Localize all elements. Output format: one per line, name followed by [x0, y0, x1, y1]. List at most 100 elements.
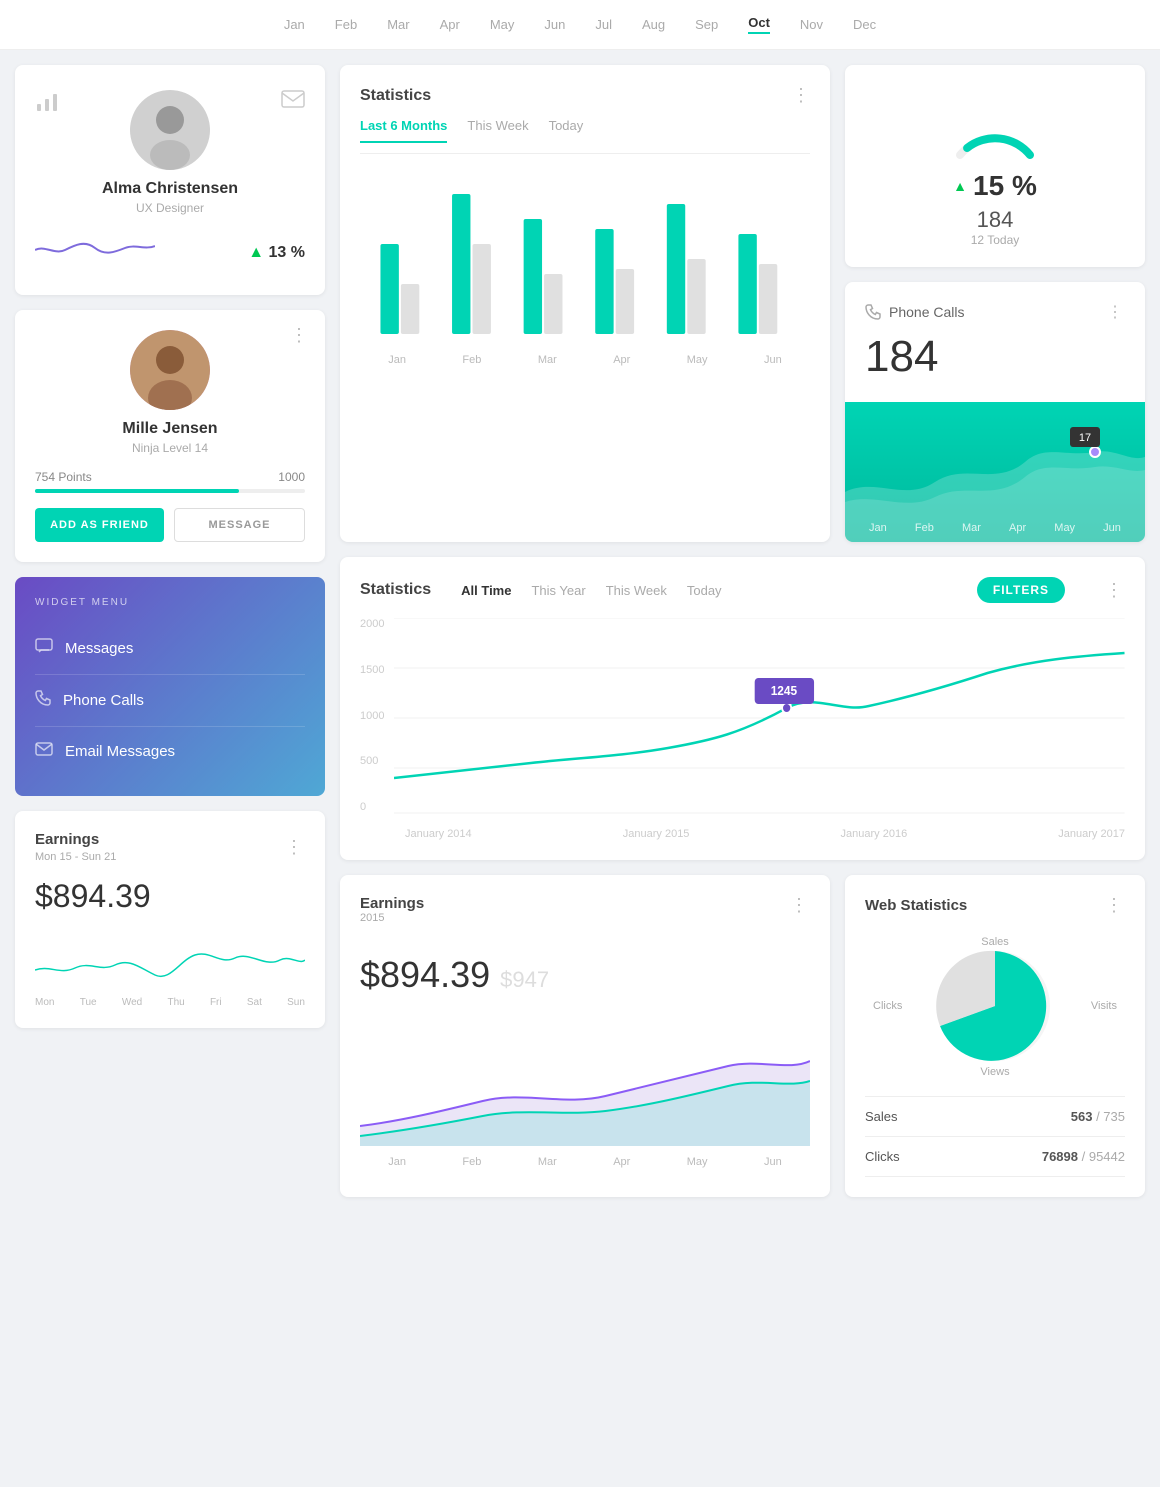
phone-card-menu[interactable]: ⋮	[1107, 302, 1125, 322]
month-navigation: Jan Feb Mar Apr May Jun Jul Aug Sep Oct …	[284, 15, 876, 34]
tab-last-6-months[interactable]: Last 6 Months	[360, 118, 447, 143]
month-mar[interactable]: Mar	[387, 17, 409, 32]
circular-percent-card: ▲ 15 % 184 12 Today	[845, 65, 1145, 267]
bar-label-jan: Jan	[388, 354, 406, 366]
pie-chart-container: Sales Clicks Visits Views	[865, 926, 1125, 1086]
trend-percent-1: ▲ 13 %	[248, 244, 305, 262]
earnings-date: Mon 15 - Sun 21	[35, 851, 116, 863]
pie-label-sales: Sales	[981, 936, 1009, 948]
eb-mar: Mar	[538, 1156, 557, 1168]
earnings-x-mon: Mon	[35, 997, 54, 1008]
tab-all-time[interactable]: All Time	[461, 583, 511, 598]
message-button[interactable]: MESSAGE	[174, 508, 305, 542]
top-navigation: Jan Feb Mar Apr May Jun Jul Aug Sep Oct …	[0, 0, 1160, 50]
phone-label-apr: Apr	[1009, 522, 1026, 534]
bar-label-feb: Feb	[462, 354, 481, 366]
profile-name-1: Alma Christensen	[102, 180, 238, 198]
y-axis: 2000 1500 1000 500 0	[360, 618, 384, 818]
phone-wave-area: 17 Jan Feb Mar Apr May Jun	[845, 402, 1145, 542]
x-jan2015: January 2015	[623, 828, 690, 840]
stat-value-sales: 563 / 735	[1071, 1109, 1125, 1124]
month-jan[interactable]: Jan	[284, 17, 305, 32]
main-stats-header: Statistics All Time This Year This Week …	[360, 577, 1125, 603]
widget-menu-phone[interactable]: Phone Calls	[35, 675, 305, 727]
tab-today[interactable]: Today	[687, 583, 722, 598]
bar-label-apr: Apr	[613, 354, 630, 366]
web-stats-menu[interactable]: ⋮	[1105, 895, 1125, 916]
trend-row-1: ▲ 13 %	[35, 230, 305, 275]
right-column: Statistics ⋮ Last 6 Months This Week Tod…	[340, 65, 1145, 1197]
tab-today[interactable]: Today	[549, 118, 584, 143]
stats-top-header: Statistics ⋮	[360, 85, 810, 106]
tab-this-week[interactable]: This Week	[467, 118, 528, 143]
pie-label-visits: Visits	[1091, 1000, 1117, 1012]
month-aug[interactable]: Aug	[642, 17, 665, 32]
phone-card-header: Phone Calls ⋮	[865, 302, 1125, 322]
web-stats-rows: Sales 563 / 735 Clicks 76898 / 95442	[865, 1096, 1125, 1177]
month-may[interactable]: May	[490, 17, 515, 32]
phone-icon	[865, 304, 881, 320]
widget-menu-email[interactable]: Email Messages	[35, 727, 305, 776]
phone-card-title: Phone Calls	[865, 304, 965, 320]
earnings-menu-dots[interactable]: ⋮	[285, 837, 305, 858]
earnings-amount-row: $894.39 $947	[360, 939, 810, 996]
right-mini-column: ▲ 15 % 184 12 Today P	[845, 65, 1145, 542]
month-jun[interactable]: Jun	[544, 17, 565, 32]
stat-value-clicks: 76898 / 95442	[1042, 1149, 1125, 1164]
chart-icon	[35, 90, 59, 120]
email-icon[interactable]	[281, 90, 305, 114]
messages-icon	[35, 638, 53, 659]
web-stats-header: Web Statistics ⋮	[865, 895, 1125, 916]
phone-label-jun: Jun	[1103, 522, 1121, 534]
tab-this-year[interactable]: This Year	[531, 583, 585, 598]
phone-card-top: Phone Calls ⋮ 184	[845, 282, 1145, 402]
pie-label-clicks: Clicks	[873, 1000, 902, 1012]
month-oct[interactable]: Oct	[748, 15, 770, 34]
phone-big-number: 184	[865, 332, 1125, 382]
earnings-x-tue: Tue	[80, 997, 97, 1008]
x-axis-labels: January 2014 January 2015 January 2016 J…	[360, 828, 1125, 840]
widget-menu-messages[interactable]: Messages	[35, 623, 305, 675]
stats-top-menu[interactable]: ⋮	[792, 85, 810, 106]
earnings-bottom-menu[interactable]: ⋮	[790, 895, 810, 924]
y-0: 0	[360, 801, 384, 813]
phone-label-jan: Jan	[869, 522, 887, 534]
eb-feb: Feb	[462, 1156, 481, 1168]
phone-card-title-text: Phone Calls	[889, 304, 965, 320]
points-row: 754 Points 1000	[35, 470, 305, 484]
earnings-x-labels: Mon Tue Wed Thu Fri Sat Sun	[35, 997, 305, 1008]
up-arrow-icon: ▲	[953, 178, 967, 194]
month-dec[interactable]: Dec	[853, 17, 876, 32]
add-friend-button[interactable]: ADD AS FRIEND	[35, 508, 164, 542]
month-nov[interactable]: Nov	[800, 17, 823, 32]
earnings-sparkline	[35, 930, 305, 995]
profile-card-1: Alma Christensen UX Designer ▲ 13 %	[15, 65, 325, 295]
earnings-bottom-header: Earnings 2015 ⋮	[360, 895, 810, 924]
profile-name-2: Mille Jensen	[122, 420, 217, 438]
month-jul[interactable]: Jul	[595, 17, 612, 32]
bar-chart-labels: Jan Feb Mar Apr May Jun	[360, 354, 810, 366]
month-sep[interactable]: Sep	[695, 17, 718, 32]
eb-may: May	[687, 1156, 708, 1168]
profile2-menu-dots[interactable]: ⋮	[290, 325, 310, 346]
profile2-inner: Mille Jensen Ninja Level 14 754 Points 1…	[35, 330, 305, 542]
main-stats-menu[interactable]: ⋮	[1105, 580, 1125, 601]
main-content: Alma Christensen UX Designer ▲ 13 % ⋮	[0, 50, 1160, 1212]
earnings-x-sat: Sat	[247, 997, 262, 1008]
main-statistics-card: Statistics All Time This Year This Week …	[340, 557, 1145, 860]
points-max: 1000	[278, 470, 305, 484]
stat-name-clicks: Clicks	[865, 1149, 900, 1164]
filters-button[interactable]: FILTERS	[977, 577, 1065, 603]
web-stats-title: Web Statistics	[865, 897, 967, 914]
stat-highlight-clicks: 76898	[1042, 1149, 1078, 1164]
points-value: 754 Points	[35, 470, 92, 484]
widget-menu: WIDGET MENU Messages Phone Calls	[15, 577, 325, 796]
stat-divider-sales: / 735	[1096, 1109, 1125, 1124]
earnings-title-group: Earnings Mon 15 - Sun 21	[35, 831, 116, 863]
month-apr[interactable]: Apr	[440, 17, 460, 32]
eb-jan: Jan	[388, 1156, 406, 1168]
tab-this-week[interactable]: This Week	[606, 583, 667, 598]
chart-svg-container: 1245	[394, 618, 1125, 823]
month-feb[interactable]: Feb	[335, 17, 357, 32]
pie-label-views: Views	[980, 1066, 1009, 1078]
